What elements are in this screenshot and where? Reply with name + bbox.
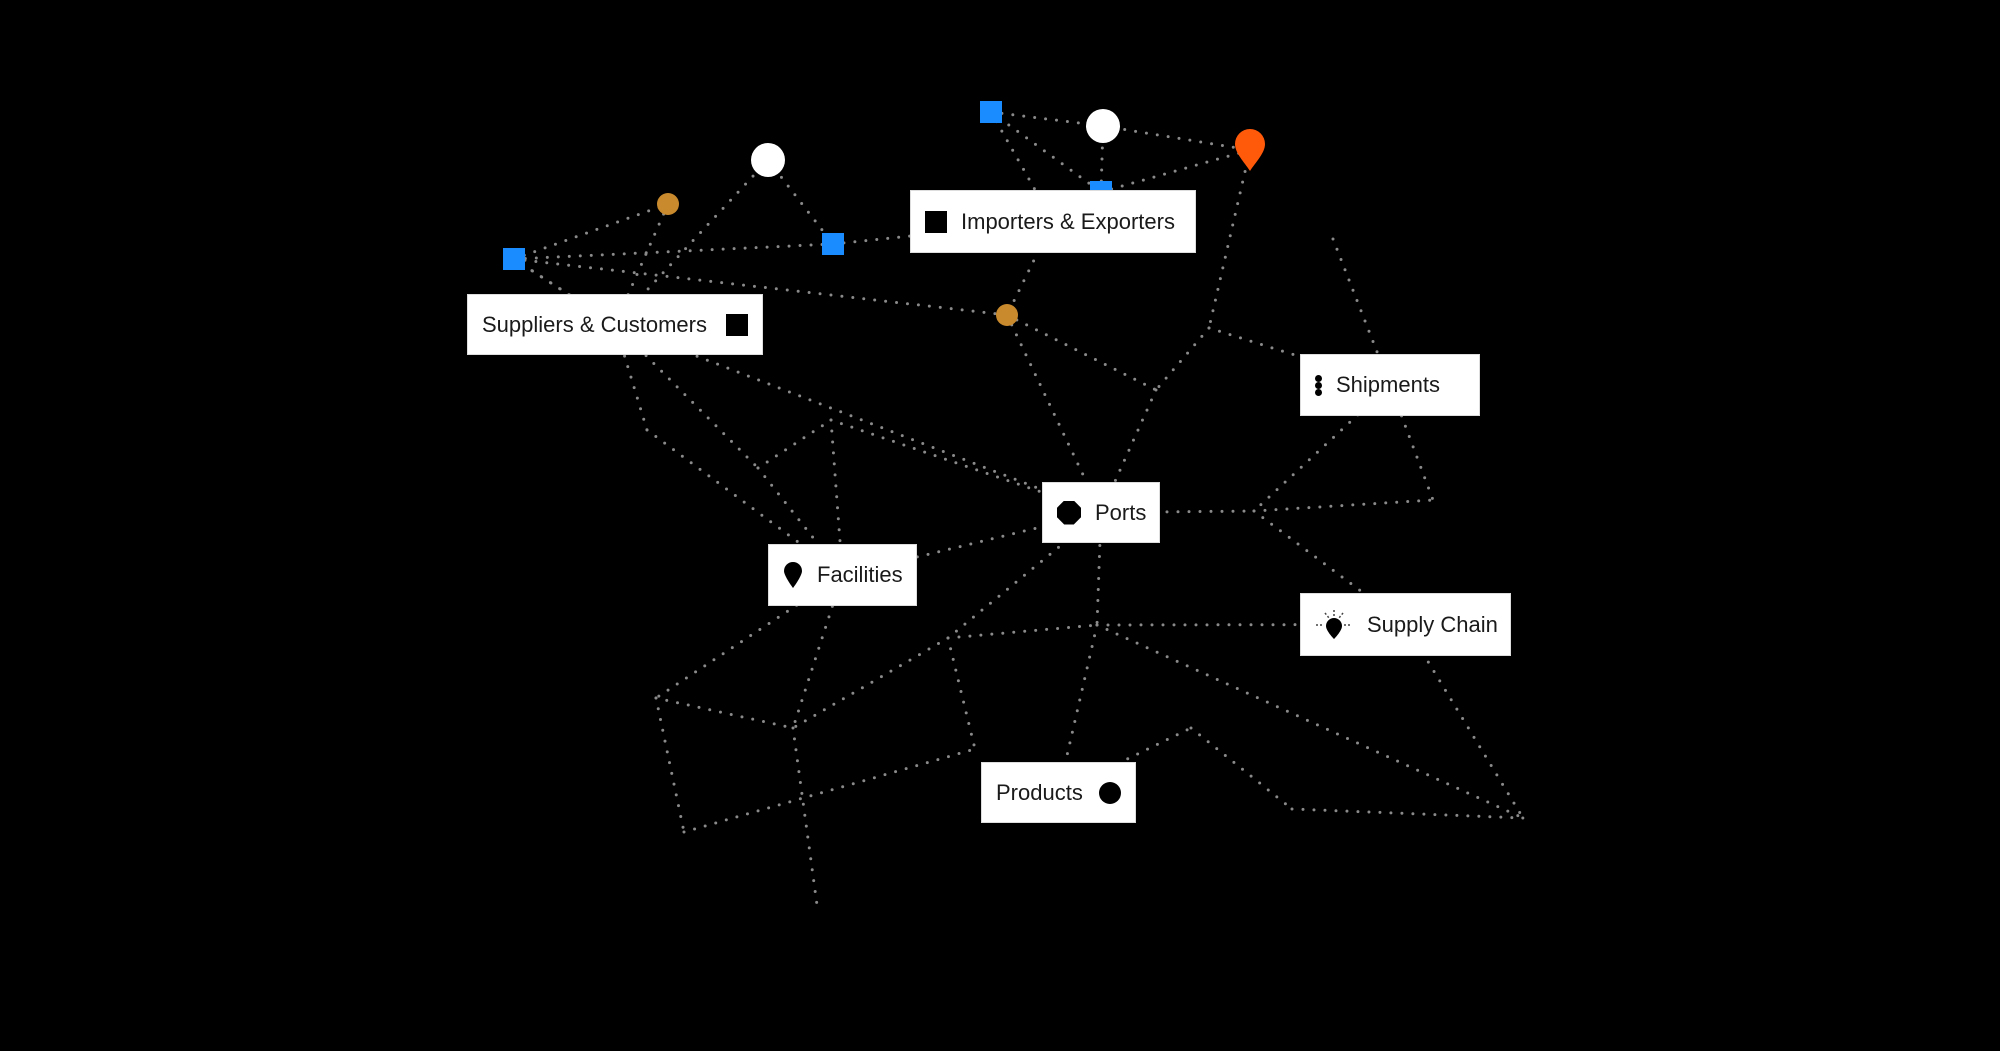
label-ports[interactable]: Ports [1042,482,1160,543]
gold-circle-node [657,193,679,215]
edge-b5-w3 [1252,498,1435,513]
label-text: Supply Chain [1367,611,1498,637]
map-pin-icon [784,562,802,588]
square-icon [925,210,947,233]
octagon-icon [1057,500,1081,525]
edge-b1-b2 [989,110,1103,194]
edge-o6-w6 [791,726,819,907]
edge-g2-o2 [1005,313,1158,392]
edge-b2-o1 [1099,148,1252,194]
label-text: Ports [1095,499,1147,525]
square-icon [726,313,748,336]
edge-w5-o8 [654,696,686,834]
label-suppliers-customers[interactable]: Suppliers & Customers [467,294,763,355]
label-text: Importers & Exporters [961,208,1175,234]
orange-pin-icon [1235,129,1265,171]
edge-o5-o6 [791,636,950,730]
ellipsis-icon [1315,374,1322,396]
label-text: Products [996,779,1083,805]
edge-b4-g1 [512,202,670,261]
edge-g4-o4 [756,418,833,470]
edge-w5-o6 [654,696,795,730]
blue-square-node [980,101,1002,123]
edge-o7-d3 [1189,726,1294,811]
edge-o8-d2 [682,747,977,834]
blue-square-node [503,248,525,270]
edge-d1-o2 [1154,326,1211,392]
white-circle-node [751,143,785,177]
edge-b3-b4 [512,242,835,261]
edge-o1-d1 [1207,148,1252,330]
gold-circle-node [996,304,1018,326]
edge-o5-d2 [946,636,977,751]
label-text: Shipments [1336,372,1440,397]
edge-d3-b6 [1290,807,1525,820]
lightbulb-icon [1316,609,1352,639]
edge-w1-o1 [1101,124,1252,152]
label-products[interactable]: Products [981,762,1136,823]
label-shipments[interactable]: Shipments [1300,354,1480,416]
network-graph [503,101,1525,907]
label-text: Facilities [817,562,903,587]
edge-o5-w4 [946,623,1099,640]
label-facilities[interactable]: Facilities [768,544,917,606]
blue-square-node [822,233,844,255]
label-supply-chain[interactable]: Supply Chain [1300,593,1511,656]
label-text: Suppliers & Customers [482,311,707,337]
label-importers-exporters[interactable]: Importers & Exporters [910,190,1196,253]
white-circle-node [1086,109,1120,143]
circle-icon [1099,781,1121,804]
